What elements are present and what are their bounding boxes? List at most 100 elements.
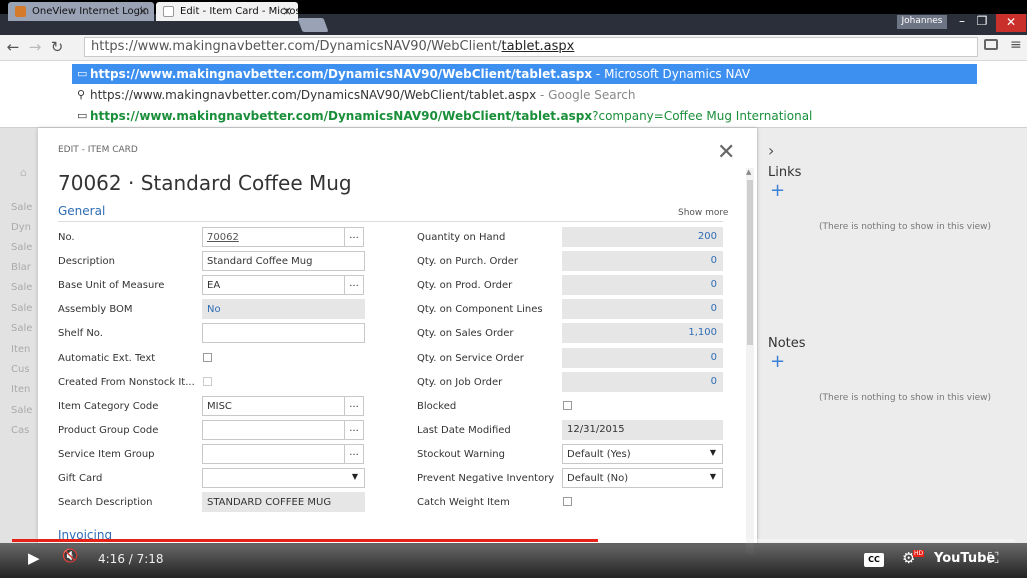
checkbox[interactable] — [203, 353, 212, 362]
background-sidebar-item: Cas — [11, 425, 30, 436]
field-label: Quantity on Hand — [417, 232, 506, 243]
field-value: 0 — [562, 299, 723, 319]
checkbox[interactable] — [563, 497, 572, 506]
menu-icon[interactable]: ≡ — [1010, 37, 1022, 53]
favicon-icon — [163, 6, 174, 17]
forward-icon[interactable]: → — [26, 37, 44, 57]
suggestion-desc: - Microsoft Dynamics NAV — [592, 67, 751, 81]
tab-close-icon[interactable]: × — [282, 4, 292, 18]
field-label: Catch Weight Item — [417, 497, 510, 508]
field-input[interactable]: MISC — [202, 396, 345, 416]
window-close-icon[interactable]: ✕ — [996, 14, 1026, 32]
screen: OneView Internet Login × Edit - Item Car… — [0, 0, 1027, 578]
scroll-up-icon[interactable]: ▲ — [746, 168, 751, 176]
cc-button[interactable]: CC — [864, 553, 884, 567]
play-icon[interactable]: ▶ — [28, 549, 40, 567]
field-value: 0 — [562, 275, 723, 295]
tab-oneview[interactable]: OneView Internet Login × — [8, 2, 154, 21]
field-label: Search Description — [58, 497, 153, 508]
address-bar[interactable]: https://www.makingnavbetter.com/Dynamics… — [84, 37, 978, 57]
video-time: 4:16 / 7:18 — [98, 552, 164, 566]
profile-name[interactable]: Johannes — [897, 15, 947, 29]
notes-empty: (There is nothing to show in this view) — [819, 393, 992, 403]
lookup-button[interactable]: ... — [344, 420, 364, 440]
field-input[interactable] — [202, 420, 345, 440]
field-label: No. — [58, 232, 75, 243]
section-general[interactable]: General — [58, 204, 105, 218]
field-input: STANDARD COFFEE MUG — [202, 492, 365, 512]
background-sidebar-item: Iten — [11, 344, 31, 355]
suggestion-item[interactable]: ⚲ https://www.makingnavbetter.com/Dynami… — [72, 85, 977, 105]
suggestion-url: https://www.makingnavbetter.com/Dynamics… — [90, 88, 537, 102]
lookup-button[interactable]: ... — [344, 444, 364, 464]
background-sidebar-item: Sale — [11, 242, 33, 253]
background-sidebar-item: Sale — [11, 202, 33, 213]
background-sidebar — [0, 128, 38, 543]
page-icon: ▭ — [77, 109, 88, 122]
new-tab-button[interactable] — [297, 18, 329, 32]
fullscreen-icon[interactable]: ⛶ — [988, 549, 999, 567]
cast-icon[interactable] — [984, 39, 998, 50]
field-label: Qty. on Sales Order — [417, 328, 514, 339]
chevron-down-icon: ▼ — [351, 472, 358, 481]
back-icon[interactable]: ← — [4, 37, 22, 57]
add-link-icon[interactable]: + — [770, 180, 785, 201]
tab-item-card[interactable]: Edit - Item Card - Microso × — [156, 2, 298, 21]
background-sidebar-item: Sale — [11, 323, 33, 334]
checkbox — [203, 377, 212, 386]
field-select[interactable]: ▼ — [202, 468, 365, 488]
add-note-icon[interactable]: + — [770, 351, 785, 372]
page-icon: ▭ — [77, 67, 88, 80]
field-input[interactable] — [202, 444, 345, 464]
lookup-button[interactable]: ... — [344, 275, 364, 295]
field-label: Product Group Code — [58, 425, 159, 436]
minimize-icon[interactable]: – — [952, 15, 972, 29]
field-label: Qty. on Component Lines — [417, 304, 543, 315]
field-input[interactable]: Standard Coffee Mug — [202, 251, 365, 271]
url-text: https://www.makingnavbetter.com/Dynamics… — [91, 39, 502, 54]
field-label: Item Category Code — [58, 401, 159, 412]
chevron-right-icon[interactable]: › — [768, 141, 774, 160]
close-icon[interactable]: ✕ — [717, 140, 735, 165]
field-input[interactable] — [202, 323, 365, 343]
show-more-link[interactable]: Show more — [678, 208, 728, 218]
home-icon: ⌂ — [20, 166, 27, 179]
background-sidebar-item: Blar — [11, 262, 31, 273]
field-label: Automatic Ext. Text — [58, 353, 156, 364]
field-value: 0 — [562, 372, 723, 392]
maximize-icon[interactable]: ❐ — [972, 15, 992, 29]
checkbox[interactable] — [563, 401, 572, 410]
field-label: Shelf No. — [58, 328, 103, 339]
field-label: Last Date Modified — [417, 425, 511, 436]
field-value: 200 — [562, 227, 723, 247]
video-progress-played — [12, 539, 598, 542]
field-label: Blocked — [417, 401, 457, 412]
background-sidebar-item: Dyn — [11, 222, 31, 233]
chevron-down-icon: ▼ — [709, 448, 716, 457]
field-label: Qty. on Prod. Order — [417, 280, 513, 291]
page-title: 70062 · Standard Coffee Mug — [58, 171, 352, 195]
suggestion-item[interactable]: ▭ https://www.makingnavbetter.com/Dynami… — [72, 64, 977, 84]
suggestion-item[interactable]: ▭ https://www.makingnavbetter.com/Dynami… — [72, 106, 977, 126]
reload-icon[interactable]: ↻ — [48, 37, 66, 57]
dialog-kicker: EDIT - ITEM CARD — [58, 145, 138, 155]
suggestion-url: https://www.makingnavbetter.com/Dynamics… — [90, 109, 593, 123]
field-value: 0 — [562, 251, 723, 271]
field-select[interactable]: Default (No) ▼ — [562, 468, 723, 488]
lookup-button[interactable]: ... — [344, 396, 364, 416]
field-label: Assembly BOM — [58, 304, 133, 315]
field-select[interactable]: Default (Yes) ▼ — [562, 444, 723, 464]
field-label: Description — [58, 256, 115, 267]
lookup-button[interactable]: ... — [344, 227, 364, 247]
youtube-logo[interactable]: YouTube — [934, 551, 995, 566]
scrollbar-thumb[interactable] — [747, 180, 753, 345]
mute-icon[interactable]: 🔇 — [62, 549, 78, 564]
field-value: 0 — [562, 348, 723, 368]
field-label: Service Item Group — [58, 449, 155, 460]
field-link-value[interactable]: No — [202, 299, 365, 319]
chevron-down-icon: ▼ — [709, 472, 716, 481]
field-value: 1,100 — [562, 323, 723, 343]
tab-close-icon[interactable]: × — [138, 4, 148, 18]
field-input[interactable]: EA — [202, 275, 345, 295]
field-input[interactable]: 70062 — [202, 227, 345, 247]
